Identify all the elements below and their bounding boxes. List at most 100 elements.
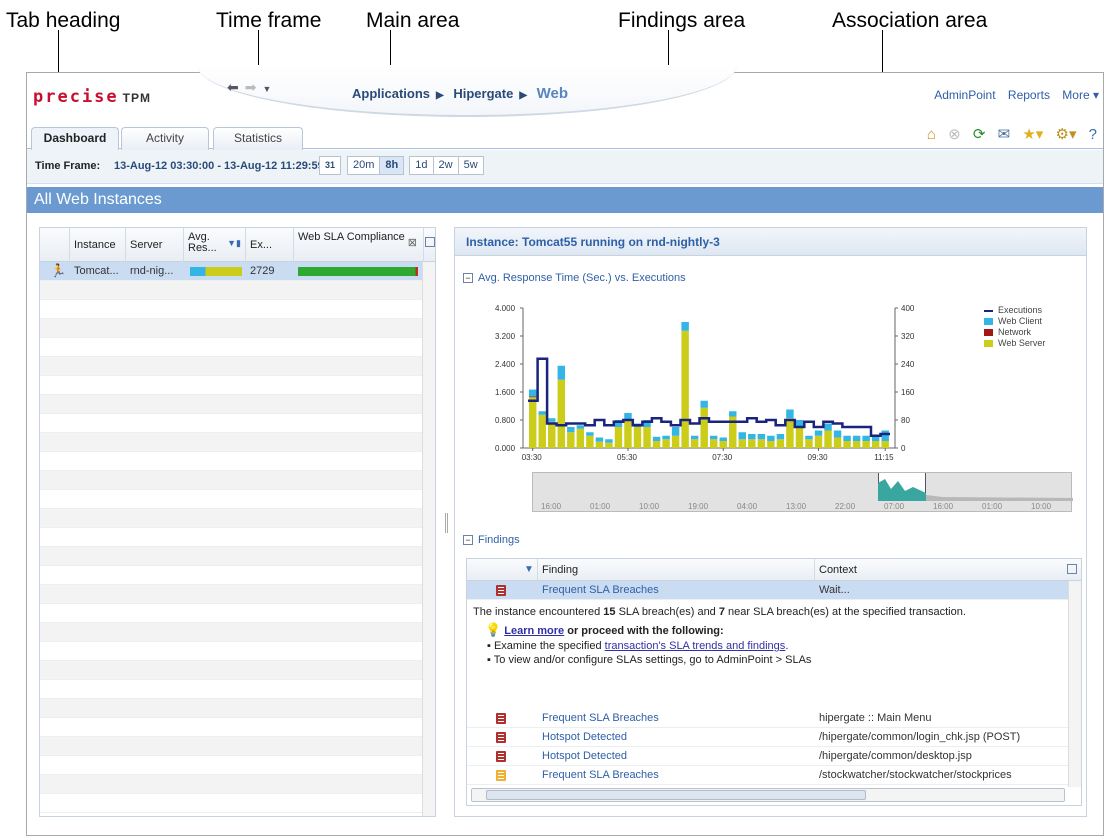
table-row[interactable]: Hotspot Detected /hipergate/common/deskt… bbox=[467, 747, 1068, 766]
severity-high-icon bbox=[496, 732, 506, 743]
bar-web-client bbox=[748, 434, 756, 440]
instances-table-header: Instance Server Avg. Res... ▼▮ Ex... Web … bbox=[40, 228, 435, 262]
column-web-sla[interactable]: Web SLA Compliance ⊠ bbox=[294, 228, 424, 262]
table-row bbox=[40, 376, 424, 395]
table-row[interactable]: Frequent SLA Breaches Wait... bbox=[467, 581, 1068, 600]
time-frame-8h[interactable]: 8h bbox=[379, 156, 405, 175]
home-icon[interactable]: ⌂ bbox=[927, 126, 936, 143]
tab-activity[interactable]: Activity bbox=[121, 127, 209, 150]
breadcrumb-applications[interactable]: Applications bbox=[352, 86, 430, 101]
bar-web-server bbox=[662, 439, 670, 448]
bar-web-client bbox=[548, 418, 556, 422]
table-row[interactable]: Hotspot Detected /hipergate/common/login… bbox=[467, 728, 1068, 747]
bar-web-server bbox=[567, 432, 575, 448]
legend-swatch-executions bbox=[984, 310, 993, 312]
finding-link[interactable]: Frequent SLA Breaches bbox=[542, 584, 659, 596]
bar-web-client bbox=[805, 435, 813, 440]
y-tick-label-right: 80 bbox=[901, 416, 910, 425]
severity-medium-icon bbox=[496, 770, 506, 781]
table-row[interactable]: Frequent SLA Breaches /stockwatcher/stoc… bbox=[467, 766, 1068, 785]
chart-section-toggle[interactable]: − Avg. Response Time (Sec.) vs. Execution… bbox=[463, 272, 686, 284]
bar-web-server bbox=[786, 418, 794, 448]
finding-context: Wait... bbox=[819, 584, 850, 596]
overview-timeline[interactable]: 16:00 01:00 10:00 19:00 04:00 13:00 22:00 07:00… bbox=[532, 472, 1073, 512]
help-icon[interactable]: ? bbox=[1089, 126, 1097, 143]
bar-web-server bbox=[871, 441, 880, 448]
table-row bbox=[40, 357, 424, 376]
overview-tick-label: 01:00 bbox=[590, 502, 611, 511]
history-nav[interactable]: ⬅ ➡ ▼ bbox=[227, 79, 277, 96]
adminpoint-link[interactable]: AdminPoint bbox=[934, 88, 995, 102]
bar-web-client bbox=[557, 365, 566, 380]
time-frame-1d[interactable]: 1d bbox=[409, 156, 434, 175]
finding-link[interactable]: Frequent SLA Breaches bbox=[542, 769, 659, 781]
sort-desc-icon[interactable]: ▼ bbox=[524, 564, 534, 575]
scrollbar-thumb[interactable] bbox=[486, 790, 866, 800]
finding-link[interactable]: Hotspot Detected bbox=[542, 750, 627, 762]
bar-web-client bbox=[671, 427, 680, 436]
column-server[interactable]: Server bbox=[126, 228, 184, 262]
tab-dashboard[interactable]: Dashboard bbox=[31, 127, 119, 151]
mail-icon[interactable]: ✉ bbox=[998, 125, 1011, 143]
table-row[interactable]: Frequent SLA Breaches hipergate :: Main … bbox=[467, 709, 1068, 728]
collapse-icon[interactable]: − bbox=[463, 273, 473, 283]
reports-link[interactable]: Reports bbox=[1008, 88, 1050, 102]
bar-web-client bbox=[576, 425, 585, 429]
finding-context: hipergate :: Main Menu bbox=[819, 712, 932, 724]
column-chooser-icon[interactable] bbox=[425, 237, 435, 247]
vertical-scrollbar[interactable] bbox=[1068, 581, 1081, 787]
x-tick-label: 03:30 bbox=[522, 453, 543, 462]
bar-web-client bbox=[738, 432, 747, 440]
lightbulb-icon: 💡 bbox=[485, 622, 502, 637]
refresh-icon[interactable]: ⟳ bbox=[973, 125, 986, 143]
column-avg-response[interactable]: Avg. Res... ▼▮ bbox=[184, 228, 246, 262]
collapse-icon[interactable]: − bbox=[463, 535, 473, 545]
time-frame-bar: Time Frame: 13-Aug-12 03:30:00 - 13-Aug-… bbox=[27, 150, 1103, 184]
bar-web-server bbox=[814, 435, 823, 448]
forward-arrow-icon[interactable]: ➡ bbox=[245, 79, 257, 95]
table-row bbox=[40, 452, 424, 471]
column-executions[interactable]: Ex... bbox=[246, 228, 294, 262]
chevron-down-icon[interactable]: ▼ bbox=[262, 84, 271, 94]
bar-web-client bbox=[567, 427, 575, 433]
more-menu[interactable]: More ▾ bbox=[1062, 88, 1099, 102]
tab-statistics[interactable]: Statistics bbox=[213, 127, 303, 150]
splitter-handle[interactable] bbox=[445, 513, 448, 533]
stop-icon[interactable]: ⊗ bbox=[948, 125, 961, 143]
back-arrow-icon[interactable]: ⬅ bbox=[227, 79, 239, 95]
table-row bbox=[40, 547, 424, 566]
finding-link[interactable]: Frequent SLA Breaches bbox=[542, 712, 659, 724]
bar-web-server bbox=[633, 427, 642, 448]
horizontal-scrollbar[interactable] bbox=[471, 788, 1065, 802]
finding-link[interactable]: Hotspot Detected bbox=[542, 731, 627, 743]
top-links: AdminPoint Reports More ▾ bbox=[925, 88, 1099, 102]
breadcrumb-hipergate[interactable]: Hipergate bbox=[453, 86, 513, 101]
column-context[interactable]: Context bbox=[819, 564, 857, 576]
sla-trends-link[interactable]: transaction's SLA trends and findings bbox=[605, 640, 786, 652]
column-status bbox=[40, 228, 70, 262]
column-finding[interactable]: Finding bbox=[542, 564, 578, 576]
time-frame-value[interactable]: 13-Aug-12 03:30:00 - 13-Aug-12 11:29:59 bbox=[114, 160, 324, 172]
severity-high-icon bbox=[496, 585, 506, 596]
time-frame-20m[interactable]: 20m bbox=[347, 156, 381, 175]
findings-section-toggle[interactable]: − Findings bbox=[463, 534, 520, 546]
table-row[interactable]: 🏃 Tomcat... rnd-nig... 2729 bbox=[40, 262, 424, 281]
favorites-icon[interactable]: ★▾ bbox=[1022, 125, 1043, 143]
settings-icon[interactable]: ⚙▾ bbox=[1056, 125, 1077, 143]
x-tick-label: 11:15 bbox=[874, 453, 894, 462]
learn-more-line: 💡 Learn more or proceed with the followi… bbox=[485, 622, 724, 637]
learn-more-link[interactable]: Learn more bbox=[504, 625, 564, 637]
bullet-configure-sla: ▪ To view and/or configure SLAs settings… bbox=[487, 654, 812, 666]
column-chooser-icon[interactable] bbox=[1067, 564, 1077, 574]
table-row bbox=[40, 756, 424, 775]
finding-summary: The instance encountered 15 SLA breach(e… bbox=[473, 606, 966, 618]
executions-line bbox=[528, 357, 890, 438]
bar-web-client bbox=[690, 435, 699, 440]
time-frame-2w[interactable]: 2w bbox=[432, 156, 459, 175]
vertical-scrollbar[interactable] bbox=[422, 262, 435, 816]
column-config-icon[interactable]: ⊠ bbox=[408, 238, 417, 249]
time-frame-5w[interactable]: 5w bbox=[457, 156, 484, 175]
column-instance[interactable]: Instance bbox=[70, 228, 126, 262]
instance-name[interactable]: Tomcat... bbox=[74, 265, 119, 277]
calendar-icon[interactable]: 31 bbox=[319, 156, 342, 175]
